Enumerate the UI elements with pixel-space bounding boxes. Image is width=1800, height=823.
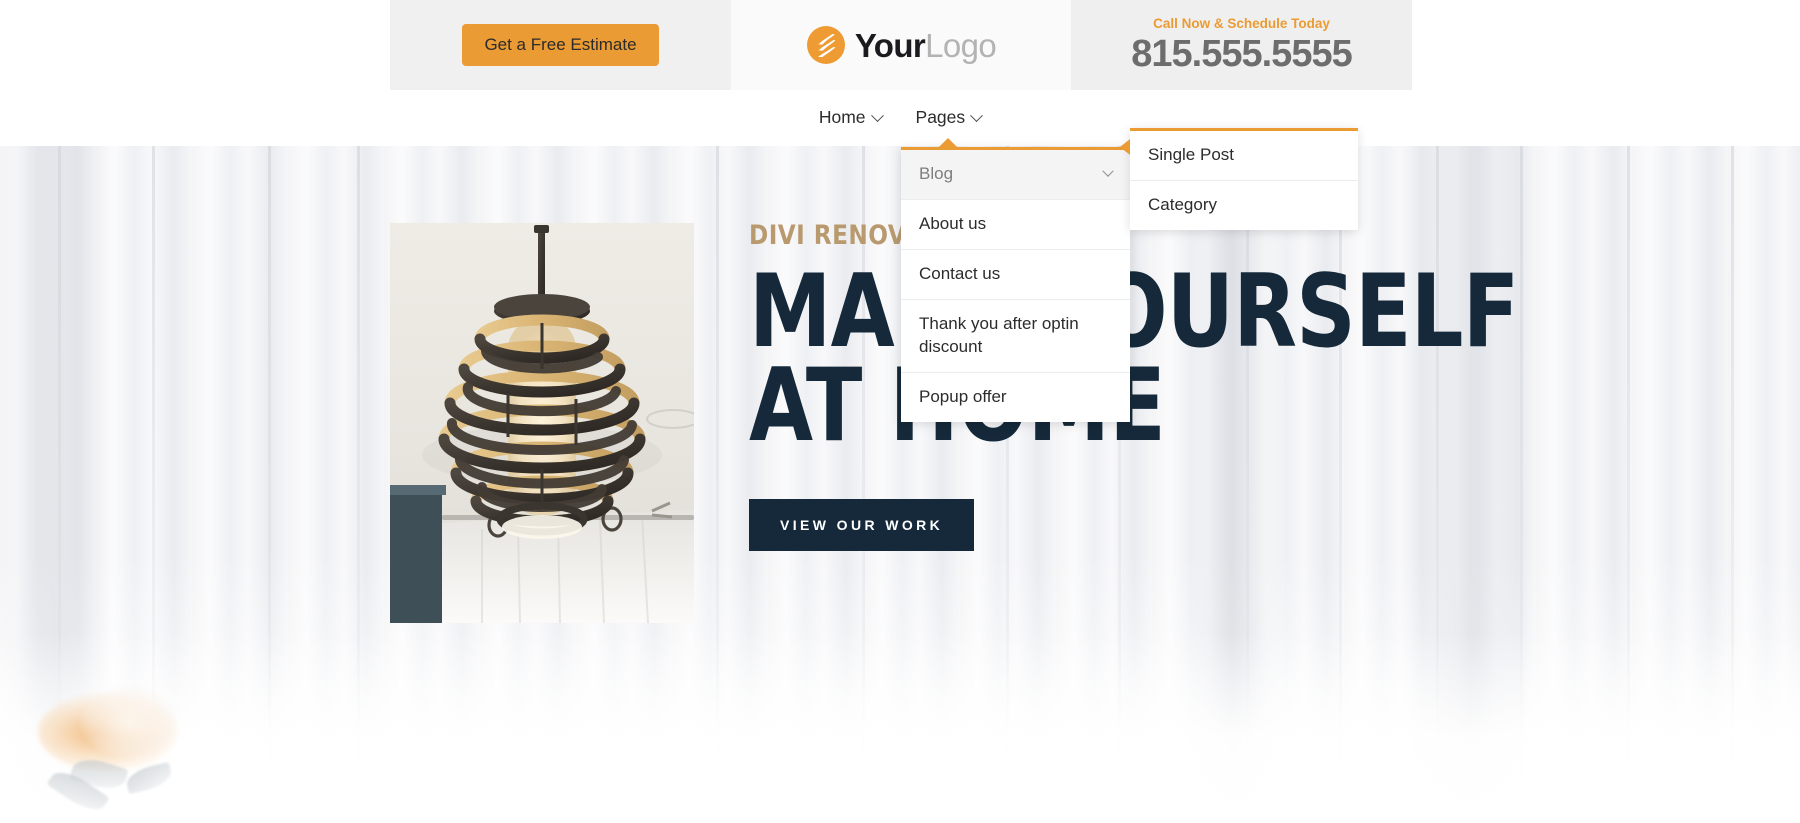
dropdown-item-popup-offer[interactable]: Popup offer — [901, 372, 1130, 422]
dropdown-item-about-us[interactable]: About us — [901, 199, 1130, 250]
dropdown-item-blog[interactable]: Blog — [901, 150, 1130, 200]
blog-submenu: Single Post Category — [1120, 128, 1358, 230]
pages-dropdown-menu: Blog About us Contact us Thank you after… — [901, 138, 1130, 422]
dropdown-item-contact-us[interactable]: Contact us — [901, 249, 1130, 300]
nav-item-home[interactable]: Home — [818, 107, 884, 128]
phone-kicker: Call Now & Schedule Today — [1153, 16, 1330, 32]
header-logo-cell[interactable]: YourLogo — [731, 0, 1071, 90]
phone-number[interactable]: 815.555.5555 — [1131, 35, 1352, 73]
dropdown-item-about-us-label: About us — [919, 213, 987, 233]
dropdown-item-blog-label: Blog — [919, 164, 954, 183]
page-root: DIVI RENOVATION MAKE YOURSELF AT HOME VI… — [0, 0, 1800, 823]
header-phone-cell[interactable]: Call Now & Schedule Today 815.555.5555 — [1071, 0, 1412, 90]
site-logo[interactable]: YourLogo — [806, 25, 997, 65]
logo-text: YourLogo — [854, 26, 997, 64]
get-free-estimate-button[interactable]: Get a Free Estimate — [462, 24, 659, 66]
top-utility-header: Get a Free Estimate YourLogo Call Now & … — [390, 0, 1412, 90]
nav-items: Home Pages — [0, 90, 1800, 146]
logo-text-light: Logo — [925, 26, 997, 64]
chevron-down-icon — [970, 108, 984, 122]
main-navbar: Home Pages — [0, 90, 1800, 146]
view-our-work-button[interactable]: VIEW OUR WORK — [749, 498, 975, 551]
dropdown-item-popup-offer-label: Popup offer — [919, 386, 1007, 406]
dropdown-item-thank-you-after-optin-discount[interactable]: Thank you after optin discount — [901, 299, 1130, 373]
nav-item-pages-label: Pages — [915, 107, 966, 128]
nav-item-pages[interactable]: Pages — [915, 107, 984, 128]
chevron-down-icon — [1102, 165, 1114, 178]
dropdown-item-contact-us-label: Contact us — [919, 263, 1001, 283]
swirl-s-logo-icon — [806, 25, 846, 65]
nav-item-home-label: Home — [818, 107, 866, 128]
dropdown-item-thank-you-label: Thank you after optin discount — [919, 313, 1079, 356]
submenu-item-single-post[interactable]: Single Post — [1130, 131, 1358, 181]
header-estimate-cell: Get a Free Estimate — [390, 0, 731, 90]
chevron-down-icon — [870, 108, 884, 122]
logo-text-bold: Your — [854, 26, 926, 64]
submenu-item-category[interactable]: Category — [1130, 181, 1358, 230]
hero-chandelier-image — [390, 223, 694, 623]
